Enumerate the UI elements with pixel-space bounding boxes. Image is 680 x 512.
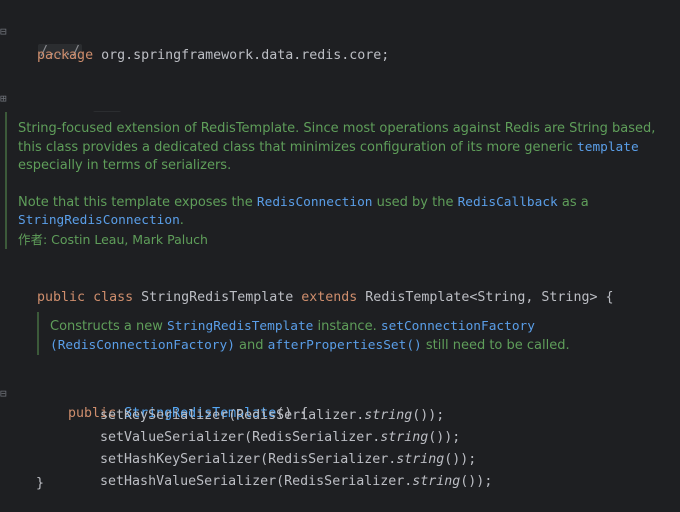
keyword-class: class: [93, 290, 134, 305]
constructor-javadoc: Constructs a new StringRedisTemplate ins…: [37, 312, 650, 355]
keyword-public: public: [37, 290, 86, 305]
code-editor[interactable]: ⊟ /.../ package org.springframework.data…: [0, 0, 680, 492]
fold-icon[interactable]: ⊞: [0, 89, 7, 109]
doc-link-template[interactable]: template: [577, 140, 639, 155]
doc-paragraph-1: String-focused extension of RedisTemplat…: [18, 121, 656, 173]
fold-icon[interactable]: ⊟: [0, 384, 7, 404]
folded-license-header[interactable]: ⊟ /.../: [0, 2, 83, 59]
doc-authors: 作者: Costin Leau, Mark Paluch: [18, 231, 208, 247]
doc-link-redis-connection-factory[interactable]: (RedisConnectionFactory): [50, 338, 235, 353]
code-line: setHashKeySerializer(RedisSerializer.str…: [100, 452, 477, 467]
constructor-declaration: ⊟ public StringRedisTemplate() {: [0, 364, 308, 421]
doc-link-redis-connection[interactable]: RedisConnection: [257, 195, 373, 210]
class-name: StringRedisTemplate: [133, 290, 302, 305]
doc-paragraph-2: Note that this template exposes the Redi…: [18, 194, 589, 229]
doc-link-redis-callback[interactable]: RedisCallback: [458, 195, 558, 210]
code-line: setKeySerializer(RedisSerializer.string(…: [100, 408, 445, 423]
code-line: setValueSerializer(RedisSerializer.strin…: [100, 430, 461, 445]
import-declaration[interactable]: ⊞ import ...: [0, 69, 122, 126]
ctor-doc-text: Constructs a new StringRedisTemplate ins…: [50, 319, 570, 353]
superclass: RedisTemplate<String, String> {: [357, 290, 614, 305]
closing-brace: }: [36, 476, 45, 491]
code-line: setHashValueSerializer(RedisSerializer.s…: [100, 474, 493, 489]
package-name: org.springframework.data.redis.core;: [93, 48, 390, 63]
package-declaration: package org.springframework.data.redis.c…: [5, 26, 389, 63]
keyword-package: package: [37, 48, 94, 63]
keyword-extends: extends: [301, 290, 358, 305]
doc-link-set-connection-factory[interactable]: setConnectionFactory: [381, 319, 535, 334]
doc-link-string-redis-template[interactable]: StringRedisTemplate: [167, 319, 313, 334]
doc-link-string-redis-connection[interactable]: StringRedisConnection: [18, 213, 180, 228]
class-javadoc: String-focused extension of RedisTemplat…: [5, 112, 668, 249]
doc-link-after-properties-set[interactable]: afterPropertiesSet(): [268, 338, 422, 353]
class-declaration: public class StringRedisTemplate extends…: [5, 268, 613, 305]
